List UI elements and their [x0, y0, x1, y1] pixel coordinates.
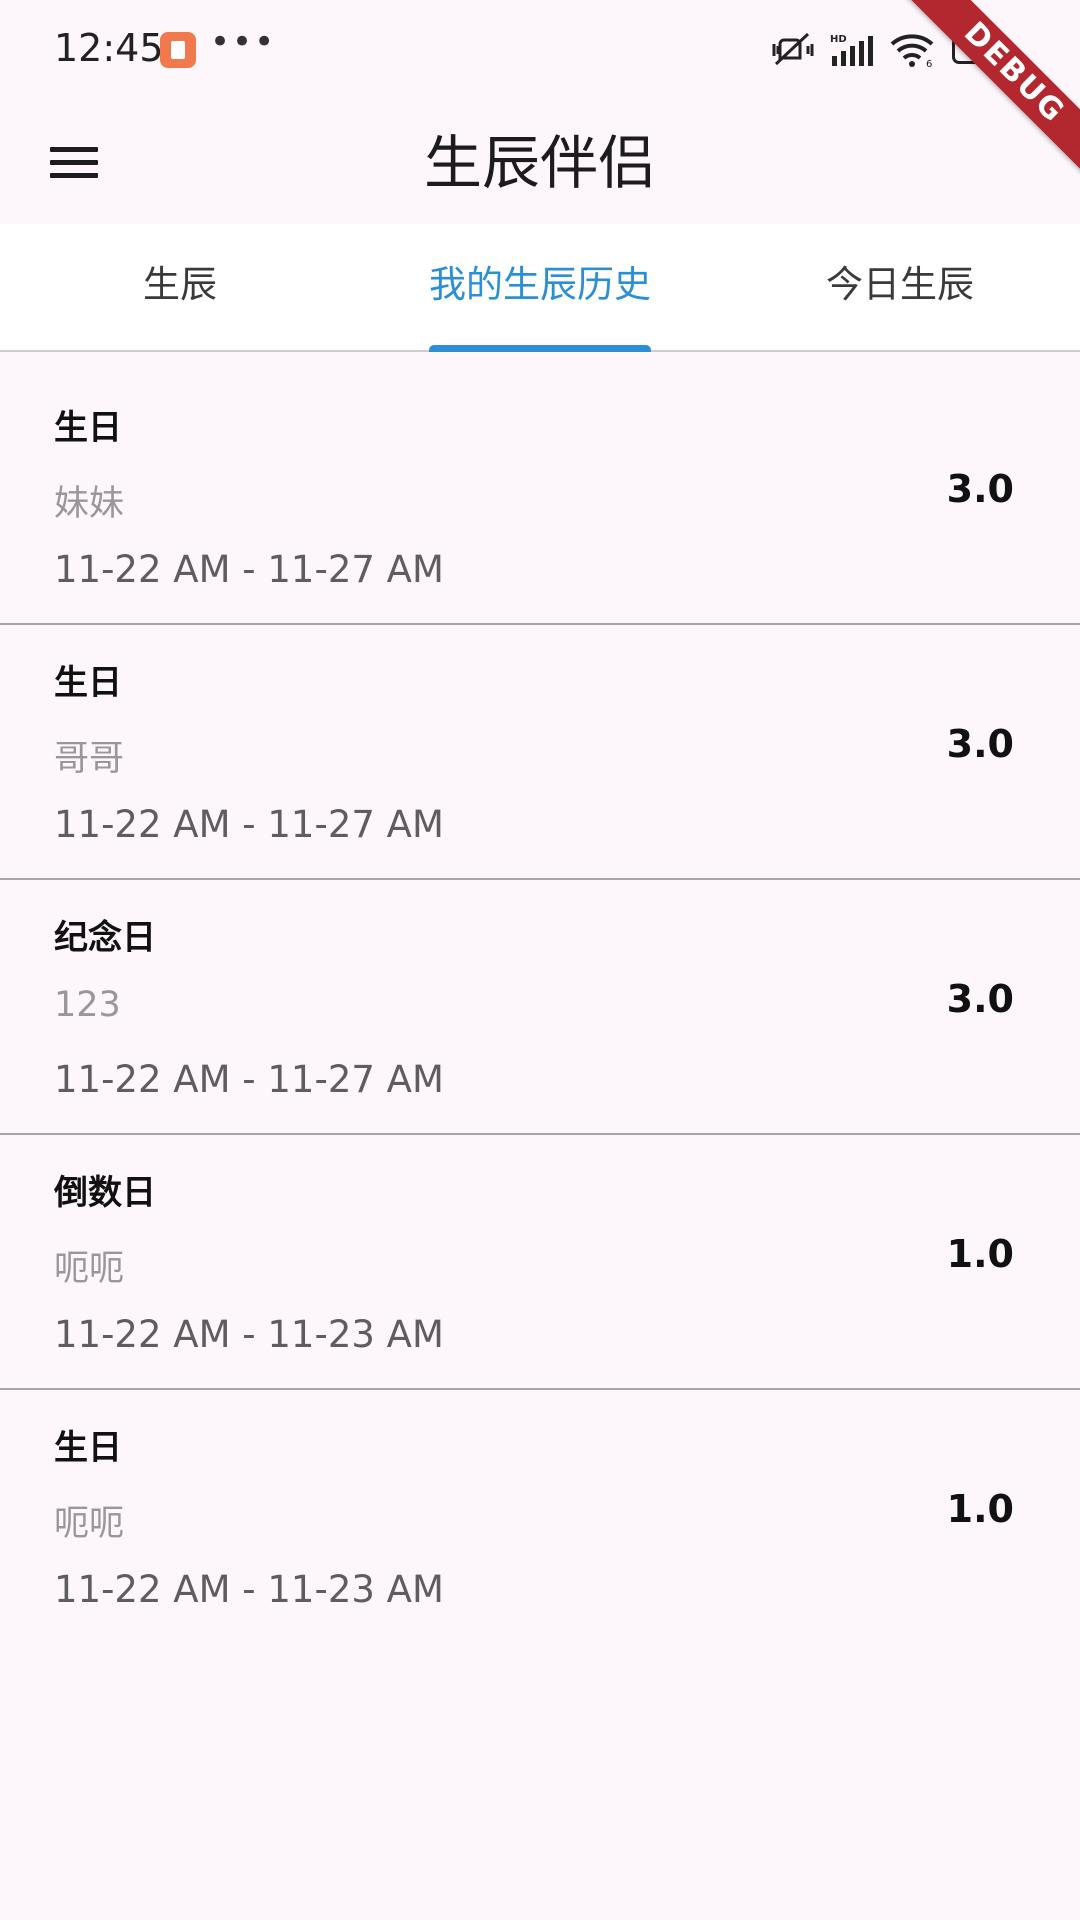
more-dots-icon: •••	[210, 22, 277, 62]
item-title: 倒数日	[54, 1173, 156, 1213]
history-list: 生日 妹妹 11-22 AM - 11-27 AM 3.0 生日 哥哥 11-2…	[0, 370, 1080, 1643]
item-value: 3.0	[946, 977, 1014, 1021]
item-date-range: 11-22 AM - 11-23 AM	[54, 1568, 444, 1611]
item-date-range: 11-22 AM - 11-23 AM	[54, 1313, 444, 1356]
item-value: 1.0	[946, 1487, 1014, 1531]
app-notification-icon	[160, 32, 196, 68]
tab-my-history[interactable]: 我的生辰历史	[360, 224, 720, 350]
item-value: 1.0	[946, 1232, 1014, 1276]
item-subtitle: 呃呃	[54, 1249, 125, 1289]
item-title: 生日	[54, 408, 122, 448]
item-subtitle: 呃呃	[54, 1504, 125, 1544]
tab-birthday[interactable]: 生辰	[0, 224, 360, 350]
item-date-range: 11-22 AM - 11-27 AM	[54, 803, 444, 846]
list-item[interactable]: 生日 哥哥 11-22 AM - 11-27 AM 3.0	[0, 625, 1080, 880]
item-subtitle: 妹妹	[54, 484, 125, 524]
item-title: 生日	[54, 1428, 122, 1468]
item-date-range: 11-22 AM - 11-27 AM	[54, 1058, 444, 1101]
item-title: 纪念日	[54, 918, 156, 958]
item-value: 3.0	[946, 467, 1014, 511]
wifi-icon: 6	[890, 34, 934, 68]
tab-bar: 生辰 我的生辰历史 今日生辰	[0, 224, 1080, 352]
list-item[interactable]: 倒数日 呃呃 11-22 AM - 11-23 AM 1.0	[0, 1135, 1080, 1390]
app-bar: 生辰伴侣	[0, 100, 1080, 224]
tab-indicator	[429, 345, 651, 352]
svg-text:6: 6	[926, 59, 932, 68]
hd-signal-icon: HD	[830, 34, 873, 66]
item-date-range: 11-22 AM - 11-27 AM	[54, 548, 444, 591]
tab-today[interactable]: 今日生辰	[720, 224, 1080, 350]
svg-text:HD: HD	[830, 34, 847, 45]
item-value: 3.0	[946, 722, 1014, 766]
app-title: 生辰伴侣	[423, 129, 656, 197]
item-subtitle: 123	[54, 985, 121, 1025]
list-item[interactable]: 生日 呃呃 11-22 AM - 11-23 AM 1.0	[0, 1390, 1080, 1643]
item-title: 生日	[54, 663, 122, 703]
mute-vibrate-icon	[772, 32, 814, 66]
status-time: 12:45	[54, 26, 164, 70]
item-subtitle: 哥哥	[54, 739, 125, 779]
list-item[interactable]: 生日 妹妹 11-22 AM - 11-27 AM 3.0	[0, 370, 1080, 625]
status-bar: 12:45 ••• HD 6 95	[0, 0, 1080, 100]
list-item[interactable]: 纪念日 123 11-22 AM - 11-27 AM 3.0	[0, 880, 1080, 1135]
